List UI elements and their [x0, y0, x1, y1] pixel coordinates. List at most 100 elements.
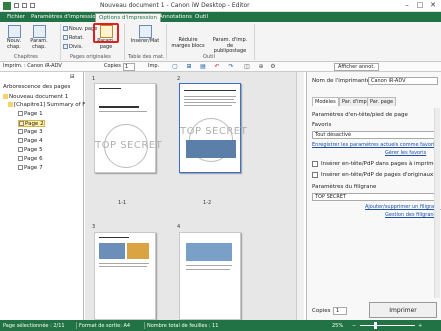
- lock-icon[interactable]: ⊞: [186, 64, 192, 70]
- page-tree-pane: ⊟ Arborescence des pages Nouveau documen…: [0, 72, 85, 320]
- page-label: 1-2: [203, 200, 212, 206]
- insert-tab-button[interactable]: Insérer/Mat: [128, 25, 162, 45]
- header-originals-checkbox[interactable]: [312, 172, 318, 178]
- preview-page-1[interactable]: TOP SECRET: [94, 83, 162, 173]
- status-total-sheets: Nombre total de feuilles : 11: [147, 323, 219, 329]
- zoom-slider-thumb[interactable]: [374, 322, 377, 329]
- watermark-text: TOP SECRET: [95, 140, 163, 151]
- header-footer-label: Paramètres d'en-tête/pied de page: [312, 112, 408, 118]
- tab-fichier[interactable]: Fichier: [4, 13, 28, 22]
- preview-page-4[interactable]: [179, 232, 241, 320]
- watermark-select[interactable]: TOP SECRET: [312, 193, 437, 201]
- zoom-out-icon[interactable]: −: [352, 323, 356, 329]
- select-icon[interactable]: ▢: [172, 64, 178, 70]
- page-icon: [18, 165, 23, 170]
- settings-icon[interactable]: ⚙: [270, 64, 276, 70]
- zoom-in-icon[interactable]: +: [418, 323, 422, 329]
- printer-select[interactable]: Imprim. : Canon iR-ADV: [3, 63, 62, 69]
- preview-page-2[interactable]: TOP SECRET: [179, 83, 247, 173]
- favorites-label: Favoris: [312, 122, 332, 128]
- group-pages-label: Pages originales: [70, 54, 111, 60]
- copies-label: Copies :: [104, 63, 125, 69]
- watermark-settings-label: Paramètres du filigrane: [312, 184, 377, 190]
- page-icon: [18, 138, 23, 143]
- tree-root[interactable]: Nouveau document 1: [3, 94, 68, 101]
- status-selected-page: Page sélectionnée : 2/11: [3, 323, 65, 329]
- manage-favorites-link[interactable]: Gérer les favoris: [385, 150, 426, 156]
- doc-title-line: [99, 106, 139, 108]
- print-button[interactable]: Imprimer: [369, 302, 437, 318]
- copies-input[interactable]: 1: [123, 63, 135, 71]
- tree-chapter[interactable]: [Chapitre1] Summary of F: [8, 102, 85, 109]
- multi-print-settings-button[interactable]: Param. d'imp. de publipostage: [210, 37, 250, 55]
- add-watermark-link[interactable]: Ajouter/supprimer un filigrane: [365, 204, 440, 210]
- page-icon: [18, 111, 23, 116]
- undo-icon[interactable]: ↶: [214, 64, 220, 70]
- show-annotations-button[interactable]: Afficher annot.: [334, 63, 379, 71]
- printer-name-select[interactable]: Canon iR-ADV: [368, 77, 438, 85]
- tree-page-7[interactable]: Page 7: [18, 165, 43, 172]
- toolbar: Imprim. : Canon iR-ADV Copies : 1 Imp. ▢…: [0, 62, 441, 72]
- tab-print-settings[interactable]: Paramètres d'impression: [28, 13, 102, 22]
- pin-icon[interactable]: ⊟: [70, 74, 75, 81]
- tree-page-4[interactable]: Page 4: [18, 138, 43, 145]
- maximize-button[interactable]: □: [414, 1, 426, 10]
- photo-placeholder: [186, 140, 236, 158]
- tab-print-options[interactable]: Options d'impression: [95, 13, 161, 22]
- chapter-settings-button[interactable]: Param. chap.: [27, 25, 51, 50]
- tree-page-6[interactable]: Page 6: [18, 156, 43, 163]
- rotate-button[interactable]: Rotat.: [63, 35, 84, 41]
- chart-placeholder: [127, 243, 149, 259]
- panel-scrollbar[interactable]: [434, 108, 440, 298]
- divide-icon: [63, 44, 68, 49]
- zoom-icon[interactable]: ⊕: [258, 64, 264, 70]
- title-bar: Nouveau document 1 - Canon iW Desktop - …: [0, 0, 441, 12]
- tab-outil[interactable]: Outil: [192, 13, 211, 22]
- tree-page-1[interactable]: Page 1: [18, 111, 43, 118]
- print-button-label: Imprimer: [389, 307, 417, 314]
- page-icon: [18, 156, 23, 161]
- quick-undo-icon[interactable]: [22, 3, 27, 8]
- reduce-margins-button[interactable]: Réduire marges blocs: [170, 37, 206, 49]
- tab-annotations[interactable]: Annotations: [156, 13, 195, 22]
- page-label: 1-1: [118, 200, 127, 206]
- minimize-button[interactable]: –: [401, 1, 413, 10]
- copies-label: Copies :: [312, 308, 335, 314]
- preview-scrollbar[interactable]: [296, 72, 304, 320]
- header-pages-checkbox[interactable]: [312, 161, 318, 167]
- highlight-box: [93, 23, 119, 43]
- new-chapter-icon: [7, 25, 21, 38]
- quick-redo-icon[interactable]: [30, 3, 35, 8]
- tab-templates[interactable]: Modèles: [312, 97, 339, 106]
- tree-page-5[interactable]: Page 5: [18, 147, 43, 154]
- status-output-format: Format de sortie: A4: [79, 323, 131, 329]
- tab-page-params[interactable]: Par. page: [367, 97, 397, 106]
- document-icon: [3, 94, 8, 99]
- tree-header: Arborescence des pages: [3, 84, 71, 90]
- group-tab-label: Table des mat.: [128, 54, 165, 60]
- close-button[interactable]: ✕: [427, 1, 439, 10]
- zoom-slider[interactable]: [360, 325, 415, 326]
- manage-watermarks-link[interactable]: Gestion des filigranes: [385, 212, 439, 218]
- header-originals-label: Insérer en-tête/PdP de pages d'originaux: [321, 172, 434, 178]
- preview-page-3[interactable]: [94, 232, 156, 320]
- new-chapter-button[interactable]: Nouv. chap.: [3, 25, 25, 50]
- new-page-icon: [63, 26, 68, 31]
- print-button-toolbar[interactable]: Imp.: [148, 63, 159, 69]
- page-icon[interactable]: ▤: [200, 64, 206, 70]
- copies-input[interactable]: 1: [333, 307, 347, 315]
- redo-icon[interactable]: ↷: [228, 64, 234, 70]
- page-number: 2: [177, 76, 181, 82]
- chapter-icon: [8, 102, 13, 107]
- save-favorite-link[interactable]: Enregistrer les paramètres actuels comme…: [312, 142, 434, 148]
- group-chapters-label: Chapitres: [14, 54, 38, 60]
- tree-page-2[interactable]: Page 2: [18, 120, 45, 127]
- fit-icon[interactable]: ◫: [244, 64, 250, 70]
- tree-page-3[interactable]: Page 3: [18, 129, 43, 136]
- favorites-select[interactable]: Tout désactivé: [312, 131, 437, 139]
- divide-button[interactable]: Divis.: [63, 44, 83, 50]
- zoom-level: 25%: [332, 323, 344, 329]
- quick-save-icon[interactable]: [14, 3, 19, 8]
- photo-placeholder: [99, 243, 125, 259]
- page-icon: [19, 121, 24, 126]
